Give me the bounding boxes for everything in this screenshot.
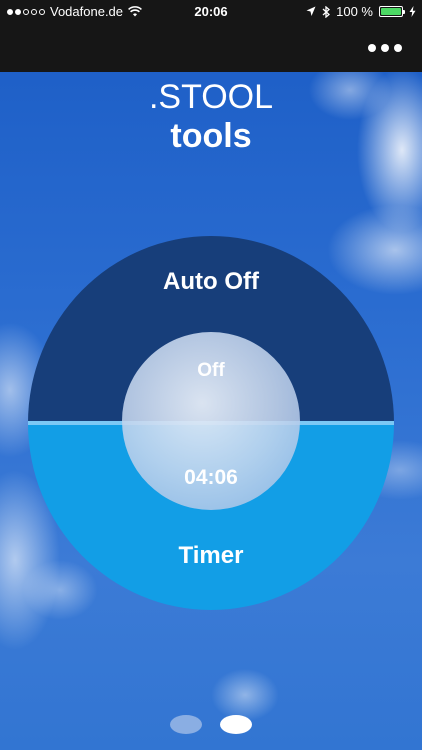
app-screen: Vodafone.de 20:06 100 % .STOOL tools Aut…	[0, 0, 422, 750]
timer-button[interactable]	[28, 423, 394, 610]
title-brand: .STOOL	[148, 78, 274, 116]
title-subtitle: tools	[170, 117, 252, 155]
page-indicator	[0, 715, 422, 734]
more-options-button[interactable]	[368, 40, 402, 56]
app-title: .STOOL tools	[0, 78, 422, 156]
more-dots-icon	[381, 44, 389, 52]
battery-icon	[379, 6, 405, 17]
bluetooth-icon	[322, 5, 331, 18]
control-dial: Auto Off Off 04:06 Timer	[28, 236, 394, 610]
battery-percent: 100 %	[336, 4, 373, 19]
auto-off-label: Auto Off	[163, 268, 259, 295]
timer-value: 04:06	[184, 466, 238, 489]
location-arrow-icon	[306, 6, 316, 16]
auto-off-value: Off	[197, 360, 225, 381]
status-right: 100 %	[306, 4, 416, 19]
page-dot[interactable]	[170, 715, 202, 734]
auto-off-button[interactable]	[28, 236, 394, 423]
more-dots-icon	[394, 44, 402, 52]
more-dots-icon	[368, 44, 376, 52]
timer-label: Timer	[178, 542, 244, 569]
charging-bolt-icon	[409, 6, 416, 17]
navigation-bar	[0, 24, 422, 72]
page-dot-current[interactable]	[220, 715, 252, 734]
status-bar: Vodafone.de 20:06 100 %	[0, 0, 422, 24]
